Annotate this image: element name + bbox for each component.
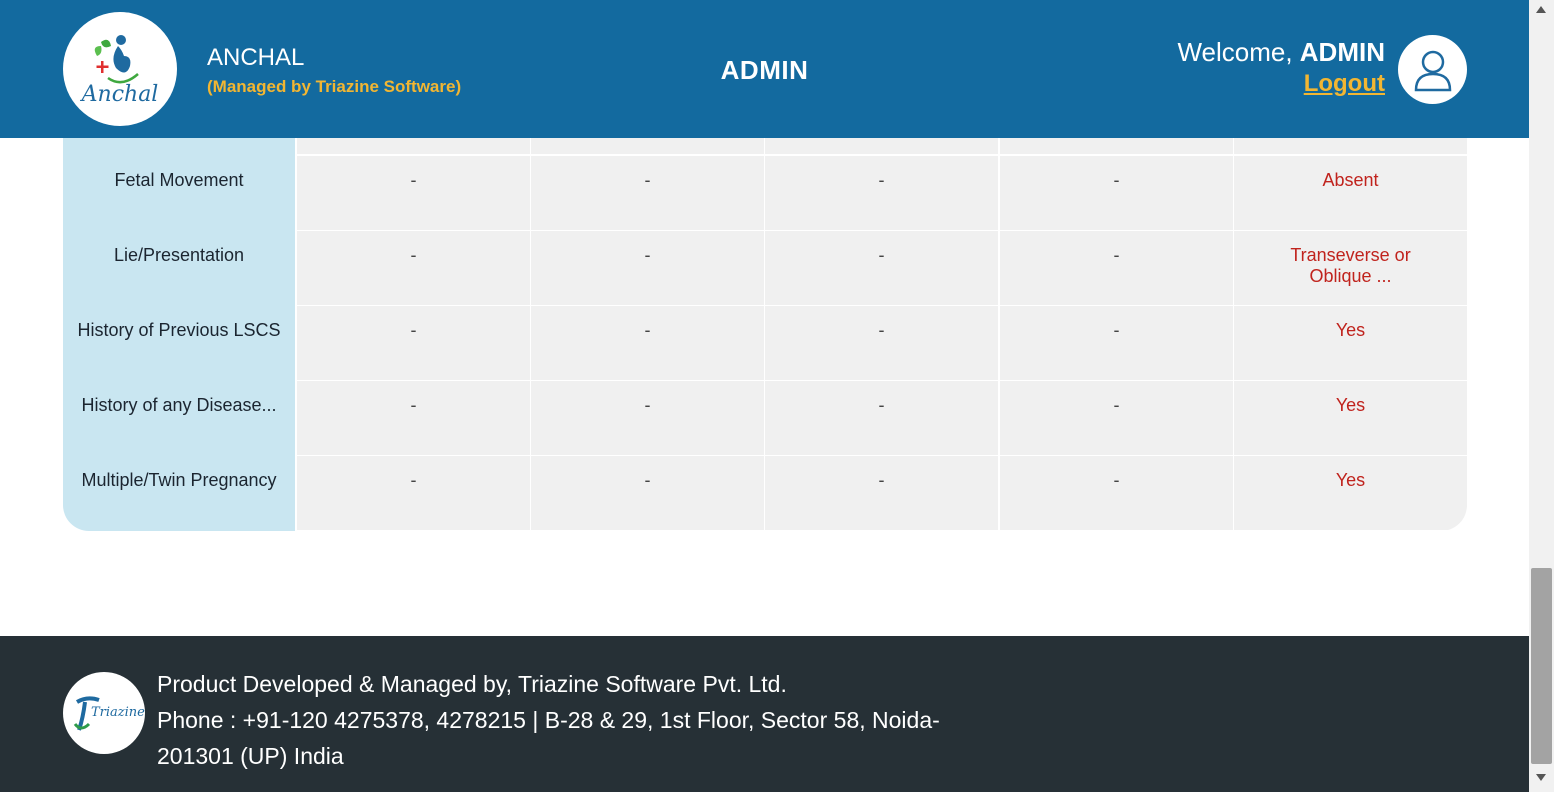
table-cell: - [1000,156,1233,230]
table-cell: - [765,306,998,380]
table-cell: - [765,231,998,305]
welcome-text: Welcome, ADMIN [1177,37,1385,68]
footer-text: Product Developed & Managed by, Triazine… [157,666,977,774]
table-top-partial-row [63,138,1467,155]
table-row: History of any Disease... - - - - Yes [63,381,1467,456]
table-cell-risk: Yes [1234,456,1467,530]
footer-line-company: Product Developed & Managed by, Triazine… [157,671,787,697]
table-row: Lie/Presentation - - - - Transeverse or … [63,231,1467,306]
table-cell [765,138,998,154]
vertical-scrollbar[interactable] [1529,0,1554,792]
table-row: Fetal Movement - - - - Absent [63,156,1467,231]
table-cell [297,138,530,154]
table-cell-risk: Transeverse or Oblique ... [1234,231,1467,305]
table-row: Multiple/Twin Pregnancy - - - - Yes [63,456,1467,531]
row-label: Fetal Movement [114,170,244,190]
table-cell: - [297,231,530,305]
table-cell: - [1000,381,1233,455]
footer-logo-text: Triazine [91,705,145,720]
page: Anchal ANCHAL (Managed by Triazine Softw… [0,0,1554,792]
table-cell: - [531,381,764,455]
table-cell [1234,138,1467,154]
welcome-user: ADMIN [1299,37,1385,67]
page-footer: Triazine Product Developed & Managed by,… [0,636,1529,792]
app-header: Anchal ANCHAL (Managed by Triazine Softw… [0,0,1529,138]
comparison-table: Fetal Movement - - - - Absent Lie/Presen… [63,138,1467,531]
table-cell-risk: Absent [1234,156,1467,230]
table-cell-risk: Yes [1234,306,1467,380]
table-cell: - [765,156,998,230]
footer-line-contact: Phone : +91-120 4275378, 4278215 | B-28 … [157,707,940,769]
table-cell: - [1000,456,1233,530]
table-cell [531,138,764,154]
triazine-logo-icon: Triazine [73,696,145,731]
table-cell: - [297,306,530,380]
table-row: History of Previous LSCS - - - - Yes [63,306,1467,381]
table-cell [1000,138,1233,154]
table-cell: - [1000,231,1233,305]
table-cell: - [531,456,764,530]
table-cell: - [297,381,530,455]
row-label: Lie/Presentation [113,245,245,265]
table-cell-risk: Yes [1234,381,1467,455]
chevron-down-icon[interactable] [1536,774,1546,781]
triazine-logo[interactable]: Triazine [63,672,145,754]
table-cell: - [1000,306,1233,380]
user-avatar-button[interactable] [1398,35,1467,104]
row-label: History of any Disease... [81,395,277,415]
scrollbar-thumb[interactable] [1531,568,1552,764]
row-label: Multiple/Twin Pregnancy [81,470,277,490]
table-cell: - [765,381,998,455]
table-cell: - [531,306,764,380]
chevron-up-icon[interactable] [1536,6,1546,13]
logout-link[interactable]: Logout [1304,70,1385,98]
table-cell: - [297,456,530,530]
table-cell: - [765,456,998,530]
user-avatar-icon [1414,50,1451,91]
table-cell: - [297,156,530,230]
row-label: History of Previous LSCS [77,320,281,340]
table-cell: - [531,231,764,305]
welcome-prefix: Welcome, [1177,37,1300,67]
table-cell: - [531,156,764,230]
